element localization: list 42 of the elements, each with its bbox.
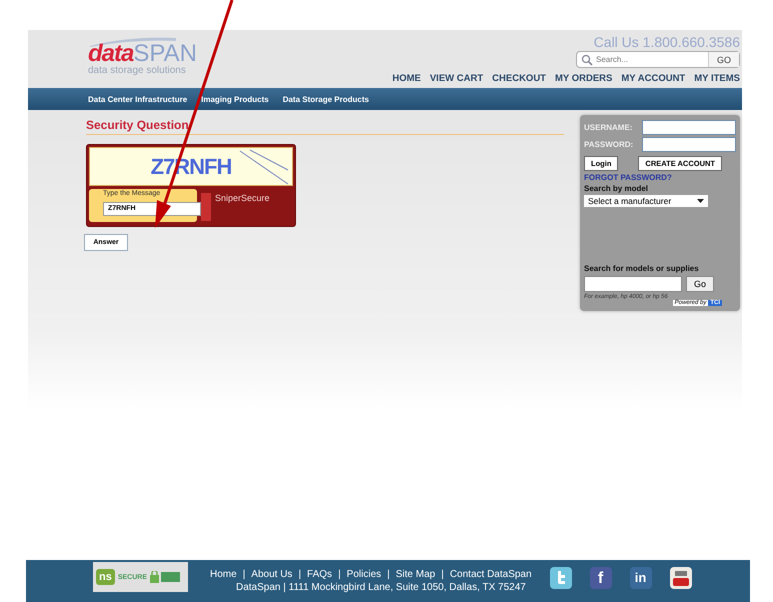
footer-address: DataSpan | 1111 Mockingbird Lane, Suite 1050, Dallas, TX 75247	[235, 582, 527, 593]
password-field[interactable]	[642, 137, 736, 152]
nav-link[interactable]: MY ITEMS	[694, 73, 740, 84]
footer-link[interactable]: Home	[210, 569, 237, 580]
model-search-field[interactable]	[584, 276, 682, 292]
category-link[interactable]: Data Center Infrastructure	[88, 94, 188, 104]
go-button[interactable]: GO	[708, 52, 739, 67]
logo[interactable]: dataSPAN data storage solutions	[88, 30, 198, 88]
page-heading: Security Question	[86, 118, 564, 135]
section-label: Search for models or supplies	[584, 264, 700, 273]
nav-link[interactable]: MY ORDERS	[555, 73, 612, 84]
facebook-icon[interactable]: f	[590, 567, 612, 589]
captcha-brand: SniperSecure	[201, 189, 270, 222]
twitter-icon[interactable]	[550, 567, 572, 589]
search-icon	[581, 54, 593, 66]
password-label: PASSWORD:	[584, 140, 634, 149]
username-label: USERNAME:	[584, 123, 634, 132]
username-field[interactable]	[642, 120, 736, 135]
nav-link[interactable]: CHECKOUT	[492, 73, 546, 84]
footer-link[interactable]: Contact DataSpan	[450, 569, 532, 580]
link-separator: |	[242, 569, 246, 580]
search-field[interactable]: Search... GO	[576, 51, 740, 68]
link-separator: |	[387, 569, 390, 580]
footer-link[interactable]: About Us	[251, 569, 292, 580]
video-icon[interactable]	[670, 567, 692, 589]
link-separator: |	[441, 569, 444, 580]
section-label: Search by model	[584, 184, 650, 193]
footer-link[interactable]: FAQs	[307, 569, 332, 580]
link-separator: |	[298, 569, 302, 580]
nav-link[interactable]: VIEW CART	[430, 73, 484, 84]
footer-link[interactable]: Site Map	[396, 569, 436, 580]
category-link[interactable]: Data Storage Products	[282, 94, 369, 104]
link-separator: |	[338, 569, 341, 580]
nav-link[interactable]: MY ACCOUNT	[621, 73, 686, 84]
manufacturer-dropdown[interactable]: Select a manufacturer	[584, 195, 708, 207]
phone-number: Call Us 1.800.660.3586	[594, 34, 740, 50]
go-button[interactable]: Go	[686, 276, 714, 292]
footer-link[interactable]: Policies	[346, 569, 382, 580]
caret-icon	[697, 199, 704, 203]
linkedin-icon[interactable]: in	[630, 567, 652, 589]
category-link[interactable]: Imaging Products	[201, 94, 269, 104]
nav-link[interactable]: HOME	[392, 73, 421, 84]
